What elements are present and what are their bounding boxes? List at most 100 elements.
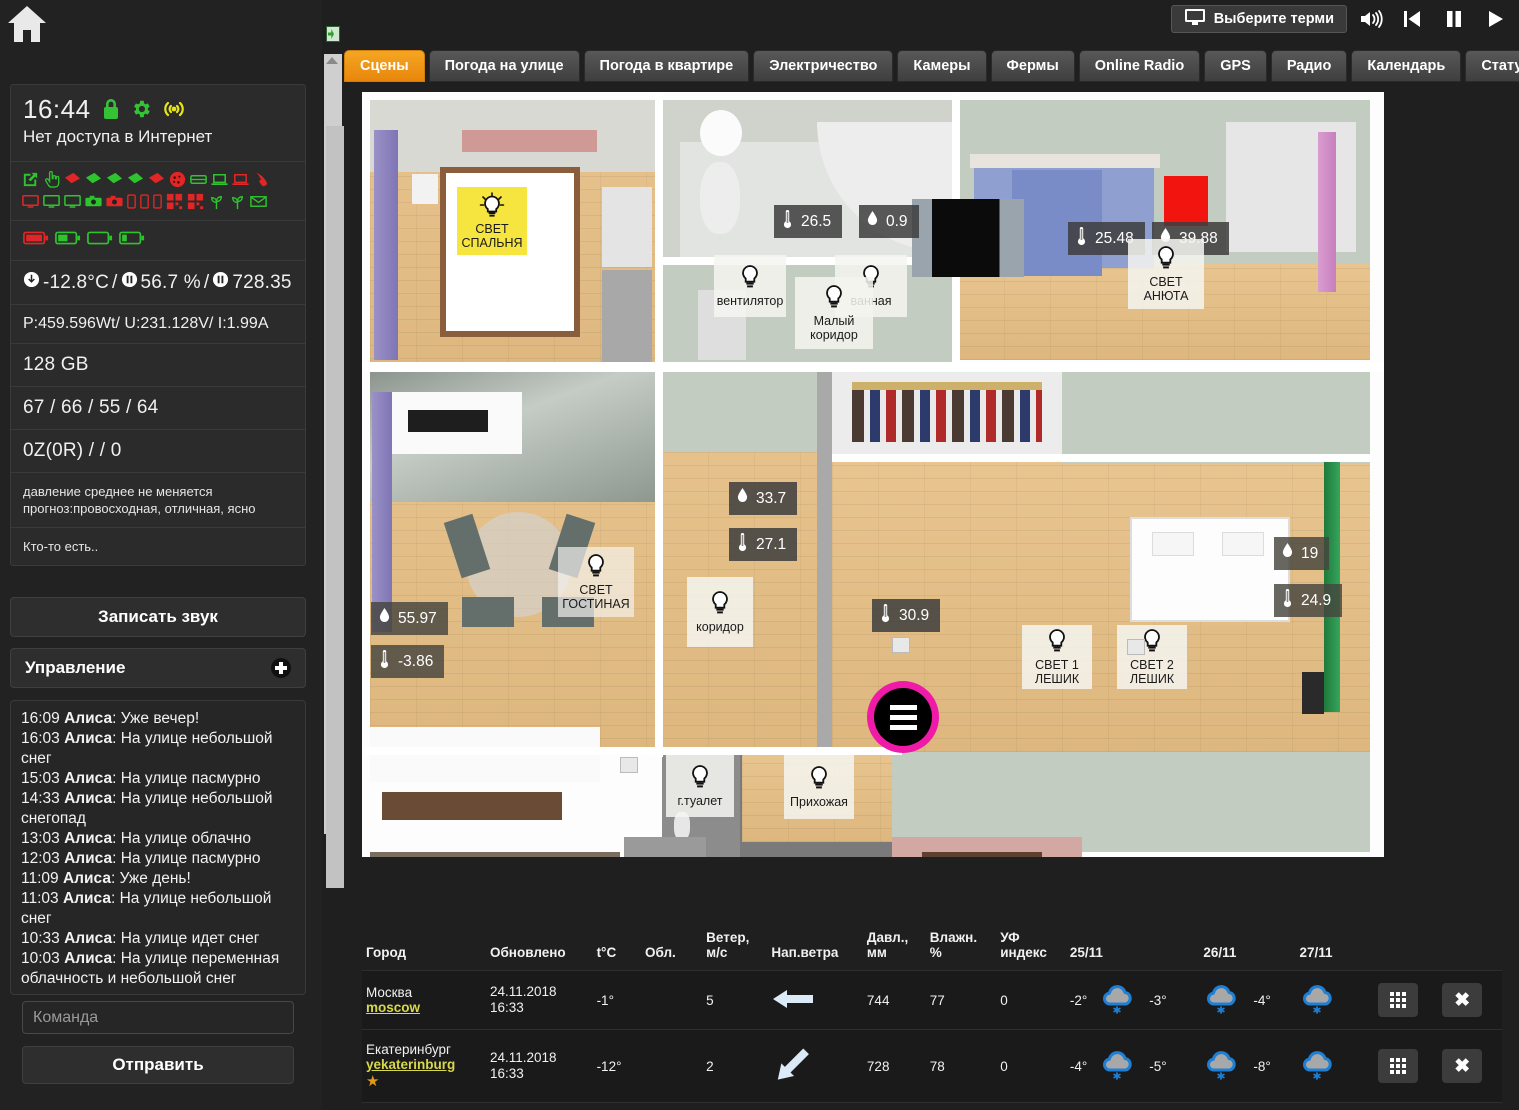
lamp-svet-gostinaya[interactable]: СВЕТ ГОСТИНАЯ bbox=[558, 547, 634, 617]
top-bar: Выберите терми bbox=[344, 0, 1519, 38]
weather-col-header: Обл. bbox=[641, 924, 702, 971]
lamp-svet-spalnya[interactable]: СВЕТ СПАЛЬНЯ bbox=[457, 187, 527, 255]
desktop-icon[interactable] bbox=[63, 192, 82, 211]
ticket-icon[interactable] bbox=[147, 170, 166, 189]
camera-icon[interactable] bbox=[84, 192, 103, 211]
bulb-icon bbox=[739, 264, 761, 293]
tab-5[interactable]: Фермы bbox=[991, 50, 1075, 82]
previous-track-icon[interactable] bbox=[1395, 2, 1429, 36]
arrow-up-left-icon bbox=[768, 1040, 820, 1092]
sensor-leshik-hum[interactable]: 19 bbox=[1274, 537, 1329, 570]
share-icon[interactable] bbox=[21, 170, 40, 189]
table-row[interactable]: Москваmoscow24.11.2018 16:33-1°5744770-2… bbox=[362, 971, 1502, 1030]
leaf-icon[interactable] bbox=[228, 192, 247, 211]
tab-4[interactable]: Камеры bbox=[897, 50, 986, 82]
tab-7[interactable]: GPS bbox=[1204, 50, 1267, 82]
control-section-header[interactable]: Управление bbox=[10, 648, 306, 688]
hdd-icon[interactable] bbox=[189, 170, 208, 189]
gear-icon[interactable] bbox=[130, 98, 152, 120]
desktop-icon[interactable] bbox=[42, 192, 61, 211]
play-icon[interactable] bbox=[1479, 2, 1513, 36]
cloud-snow-icon bbox=[1299, 984, 1339, 1017]
bulb-icon bbox=[709, 590, 731, 619]
lamp-g-tualet[interactable]: г.туалет bbox=[666, 755, 734, 817]
sensor-bath-hum[interactable]: 0.9 bbox=[859, 205, 919, 238]
volume-icon[interactable] bbox=[1355, 2, 1389, 36]
sensor-living-hum[interactable]: 55.97 bbox=[371, 602, 448, 635]
city-slug-link[interactable]: moscow bbox=[366, 1000, 482, 1015]
menu-fab-button[interactable] bbox=[867, 681, 939, 753]
tab-3[interactable]: Электричество bbox=[753, 50, 893, 82]
tab-10[interactable]: Статусы системы bbox=[1465, 50, 1519, 82]
wifi-icon[interactable] bbox=[161, 98, 187, 120]
pause-icon[interactable] bbox=[1437, 2, 1471, 36]
phone-icon[interactable] bbox=[252, 170, 271, 189]
tab-9[interactable]: Календарь bbox=[1351, 50, 1461, 82]
qr-icon[interactable] bbox=[186, 192, 205, 211]
sensor-living-temp[interactable]: -3.86 bbox=[371, 645, 444, 678]
living-curtain bbox=[372, 392, 392, 632]
sensor-wardrobe-temp[interactable]: 30.9 bbox=[872, 599, 940, 632]
bulb-icon bbox=[1046, 628, 1068, 657]
laptop-icon[interactable] bbox=[231, 170, 250, 189]
grid-icon[interactable] bbox=[1378, 1049, 1418, 1083]
mobile-icon[interactable] bbox=[152, 192, 163, 211]
droplet-icon bbox=[1281, 541, 1294, 566]
chat-log[interactable]: 16:09 Алиса: Уже вечер!16:03 Алиса: На у… bbox=[10, 700, 306, 995]
bulb-icon bbox=[689, 764, 711, 793]
sensor-hall-hum[interactable]: 33.7 bbox=[729, 482, 797, 515]
qr-icon[interactable] bbox=[165, 192, 184, 211]
plus-icon[interactable] bbox=[271, 658, 291, 678]
close-icon[interactable]: ✖ bbox=[1442, 1049, 1482, 1083]
tab-8[interactable]: Радио bbox=[1271, 50, 1348, 82]
weather-forecast-cell bbox=[1295, 971, 1374, 1030]
home-icon[interactable] bbox=[5, 2, 49, 46]
tab-0[interactable]: Сцены bbox=[344, 50, 425, 82]
lamp-svet-2-leshik[interactable]: СВЕТ 2 ЛЕШИК bbox=[1117, 625, 1187, 689]
mobile-icon[interactable] bbox=[126, 192, 137, 211]
ticket-icon[interactable] bbox=[84, 170, 103, 189]
lamp-ventilyator[interactable]: вентилятор bbox=[714, 255, 786, 317]
ticket-icon[interactable] bbox=[126, 170, 145, 189]
export-icon[interactable] bbox=[326, 26, 340, 42]
lamp-koridor[interactable]: коридор bbox=[687, 577, 753, 647]
send-button[interactable]: Отправить bbox=[22, 1046, 294, 1084]
leaf-icon[interactable] bbox=[207, 192, 226, 211]
lamp-svet-anuta[interactable]: СВЕТ АНЮТА bbox=[1128, 239, 1204, 309]
table-row[interactable]: Екатеринбургyekaterinburg★24.11.2018 16:… bbox=[362, 1030, 1502, 1103]
ticket-icon[interactable] bbox=[105, 170, 124, 189]
tab-1[interactable]: Погода на улице bbox=[429, 50, 580, 82]
command-input[interactable] bbox=[22, 1001, 294, 1034]
record-audio-button[interactable]: Записать звук bbox=[10, 597, 306, 637]
lock-icon[interactable] bbox=[101, 97, 121, 121]
terminal-select-button[interactable]: Выберите терми bbox=[1171, 5, 1347, 33]
tab-2[interactable]: Погода в квартире bbox=[584, 50, 750, 82]
city-slug-link[interactable]: yekaterinburg bbox=[366, 1057, 482, 1072]
scrollbar-track[interactable] bbox=[324, 54, 342, 834]
sensor-bath-temp[interactable]: 26.5 bbox=[774, 205, 842, 238]
laptop-icon[interactable] bbox=[210, 170, 229, 189]
wall-v-1 bbox=[655, 92, 663, 372]
desktop-icon[interactable] bbox=[21, 192, 40, 211]
chat-message: 16:09 Алиса: Уже вечер! bbox=[21, 709, 295, 729]
ticket-icon[interactable] bbox=[63, 170, 82, 189]
scrollbar-thumb[interactable] bbox=[326, 126, 344, 888]
cookie-icon[interactable] bbox=[168, 170, 187, 189]
mobile-icon[interactable] bbox=[139, 192, 150, 211]
envelope-icon[interactable] bbox=[249, 192, 268, 211]
lamp-prihozhaya[interactable]: Прихожая bbox=[784, 755, 854, 819]
lamp-malyy-koridor[interactable]: Малый коридор bbox=[795, 277, 873, 349]
broken-image-icon bbox=[1127, 639, 1145, 655]
scroll-up-arrow-icon[interactable] bbox=[326, 57, 338, 64]
camera-preview[interactable] bbox=[912, 199, 1024, 277]
star-icon[interactable]: ★ bbox=[366, 1073, 379, 1090]
sensor-leshik-temp[interactable]: 24.9 bbox=[1274, 584, 1342, 617]
lamp-svet-1-leshik[interactable]: СВЕТ 1 ЛЕШИК bbox=[1022, 625, 1092, 689]
tab-6[interactable]: Online Radio bbox=[1079, 50, 1200, 82]
close-icon[interactable]: ✖ bbox=[1442, 983, 1482, 1017]
camera-icon[interactable] bbox=[105, 192, 124, 211]
floorplan[interactable]: 26.5 0.9 25.48 39.88 33.7 27.1 bbox=[362, 92, 1384, 857]
sensor-hall-temp[interactable]: 27.1 bbox=[729, 528, 797, 561]
hand-pointer-icon[interactable] bbox=[42, 170, 61, 189]
grid-icon[interactable] bbox=[1378, 983, 1418, 1017]
